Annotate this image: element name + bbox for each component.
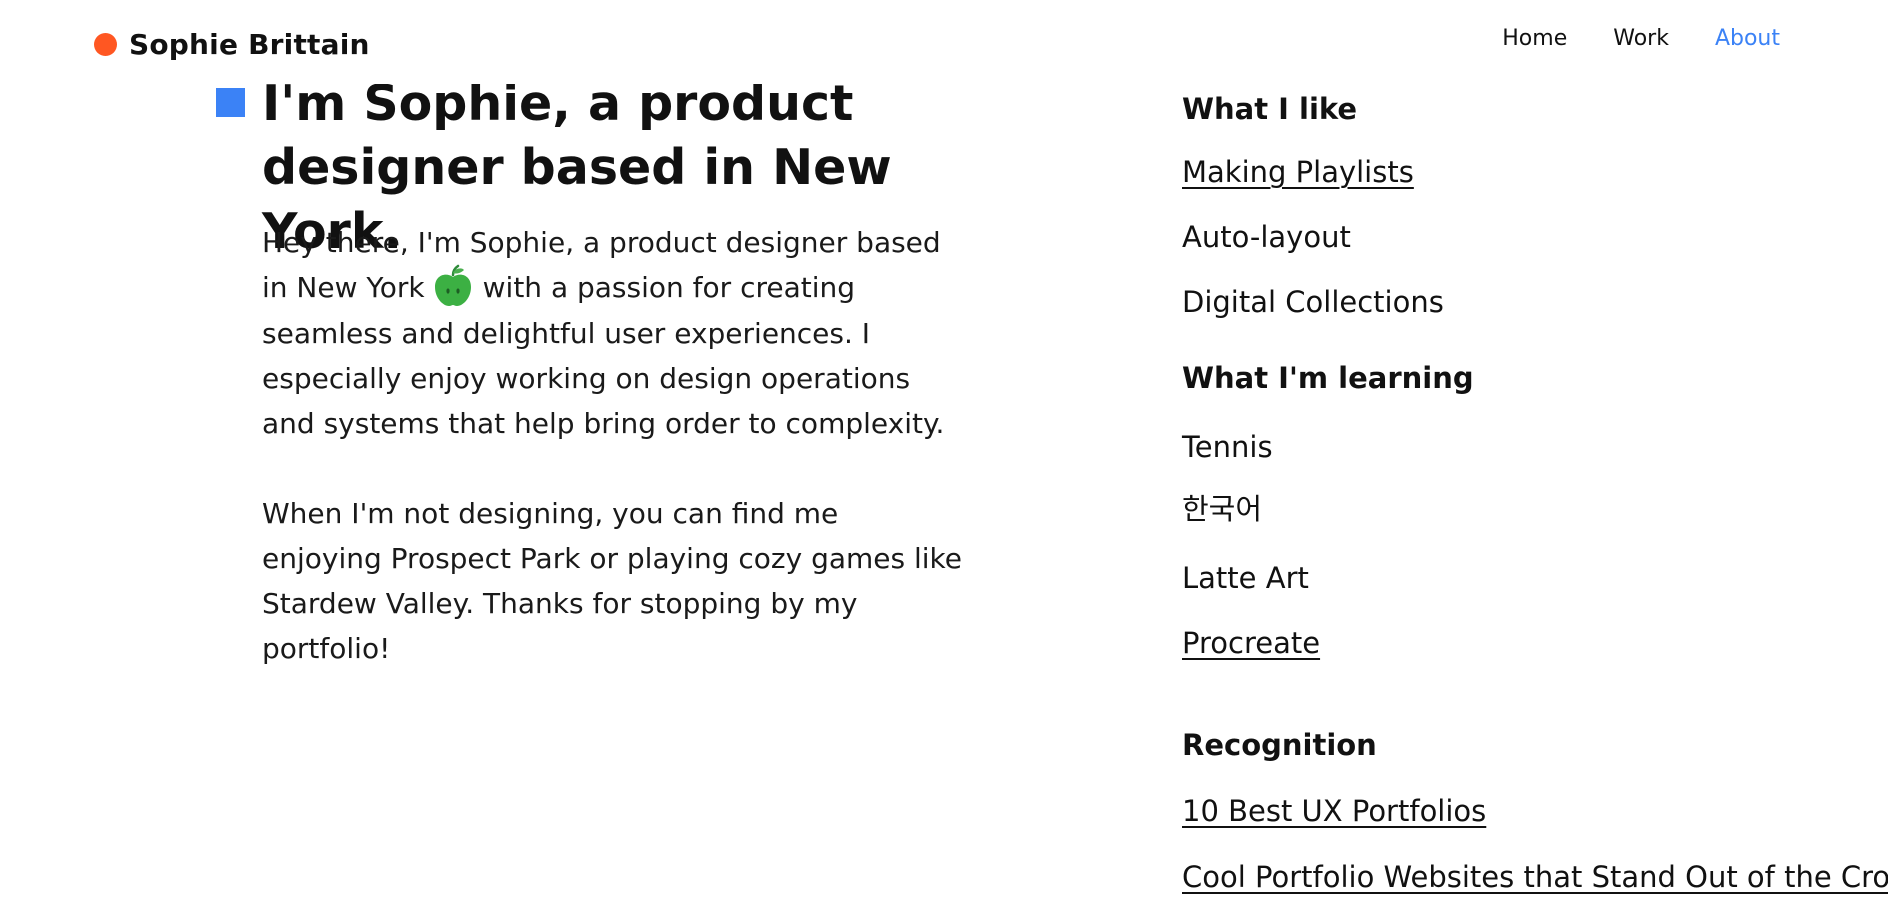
intro-paragraph-2: When I'm not designing, you can find me …: [262, 497, 962, 665]
learning-heading: What I'm learning: [1182, 361, 1474, 395]
brand-name: Sophie Brittain: [129, 27, 370, 61]
brand-logo-link[interactable]: Sophie Brittain: [94, 24, 370, 64]
like-item-making-playlists[interactable]: Making Playlists: [1182, 155, 1414, 189]
recognition-heading: Recognition: [1182, 728, 1377, 762]
nav-about[interactable]: About: [1715, 26, 1780, 51]
nav-home[interactable]: Home: [1502, 26, 1567, 51]
nav-work[interactable]: Work: [1613, 26, 1669, 51]
likes-heading: What I like: [1182, 92, 1358, 126]
like-item-auto-layout: Auto-layout: [1182, 220, 1351, 254]
intro-body: Hey there, I'm Sophie, a product designe…: [262, 220, 962, 671]
learning-item-procreate[interactable]: Procreate: [1182, 626, 1320, 660]
intro-paragraph-1: Hey there, I'm Sophie, a product designe…: [262, 220, 962, 446]
like-item-digital-collections: Digital Collections: [1182, 285, 1444, 319]
learning-item-tennis: Tennis: [1182, 430, 1273, 464]
blue-square-icon: [216, 88, 245, 117]
recognition-link-ux-portfolios[interactable]: 10 Best UX Portfolios: [1182, 794, 1486, 828]
green-apple-icon: [431, 264, 475, 308]
learning-item-korean: 한국어: [1182, 492, 1263, 526]
site-header: Sophie Brittain Home Work About: [0, 0, 1888, 84]
brand-dot-icon: [94, 32, 117, 56]
main-nav: Home Work About: [1502, 26, 1780, 51]
learning-item-latte-art: Latte Art: [1182, 561, 1309, 595]
recognition-link-cool-portfolio-websites[interactable]: Cool Portfolio Websites that Stand Out o…: [1182, 860, 1888, 894]
